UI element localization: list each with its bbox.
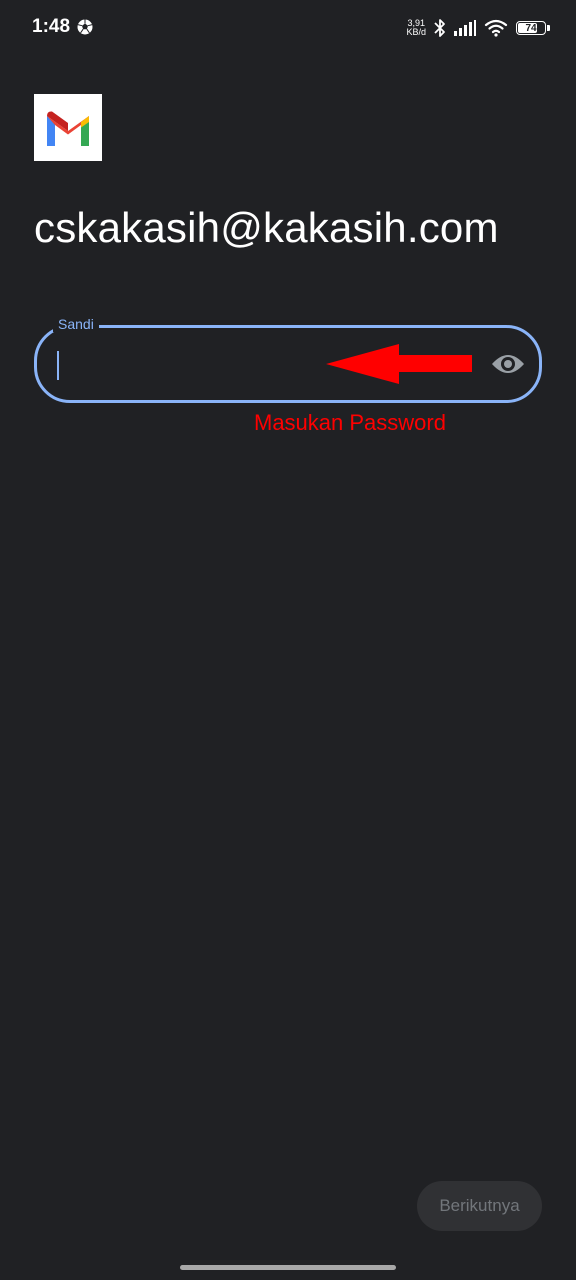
next-button[interactable]: Berikutnya: [417, 1181, 542, 1231]
network-speed: 3,91 KB/d: [406, 19, 426, 37]
football-icon: [77, 19, 93, 35]
eye-icon[interactable]: [491, 350, 525, 378]
wifi-icon: [484, 19, 508, 37]
battery-level: 74: [525, 22, 537, 34]
gesture-bar[interactable]: [180, 1265, 396, 1270]
text-caret: [57, 351, 59, 380]
status-icons: 3,91 KB/d 74: [406, 15, 550, 41]
battery-icon: 74: [516, 21, 550, 35]
gmail-logo: [34, 94, 102, 161]
status-bar: 1:48 3,91 KB/d 74: [0, 0, 576, 56]
account-email: cskakasih@kakasih.com: [34, 204, 499, 251]
network-speed-unit: KB/d: [406, 27, 426, 37]
status-time: 1:48: [32, 16, 71, 37]
password-hint: Masukan Password: [254, 410, 446, 435]
bluetooth-icon: [434, 19, 445, 37]
arrow-annotation: [326, 344, 472, 384]
password-field-label: Sandi: [53, 316, 99, 332]
signal-icon: [454, 20, 476, 36]
gmail-m-icon: [47, 110, 89, 146]
